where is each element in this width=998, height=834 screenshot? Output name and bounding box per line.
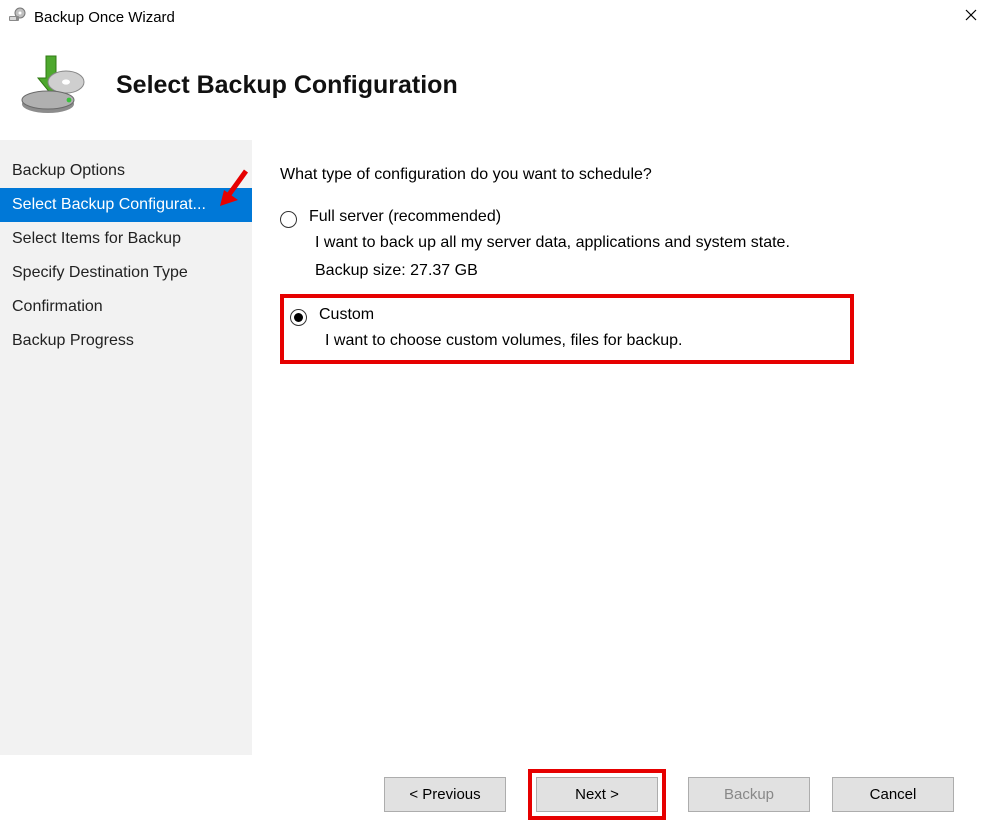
sidebar-item-backup-progress[interactable]: Backup Progress: [0, 324, 252, 358]
option-full-body: Full server (recommended) I want to back…: [309, 208, 790, 280]
wizard-steps-sidebar: Backup Options Select Backup Configurat.…: [0, 140, 252, 755]
titlebar: Backup Once Wizard: [0, 0, 998, 34]
sidebar-item-select-items[interactable]: Select Items for Backup: [0, 222, 252, 256]
content-panel: What type of configuration do you want t…: [252, 140, 998, 755]
backup-icon: [18, 54, 86, 116]
option-full-server[interactable]: Full server (recommended) I want to back…: [280, 208, 970, 280]
next-button[interactable]: Next >: [536, 777, 658, 812]
radio-full-server[interactable]: [280, 211, 297, 228]
wizard-header: Select Backup Configuration: [0, 34, 998, 140]
radio-custom[interactable]: [290, 309, 307, 326]
option-custom[interactable]: Custom I want to choose custom volumes, …: [290, 306, 844, 350]
option-full-extra: Backup size: 27.37 GB: [315, 262, 790, 280]
page-title: Select Backup Configuration: [116, 71, 458, 100]
sidebar-item-backup-options[interactable]: Backup Options: [0, 154, 252, 188]
app-icon: [8, 6, 26, 28]
sidebar-item-specify-destination[interactable]: Specify Destination Type: [0, 256, 252, 290]
option-full-desc: I want to back up all my server data, ap…: [315, 234, 790, 252]
sidebar-item-confirmation[interactable]: Confirmation: [0, 290, 252, 324]
sidebar-item-select-backup-config[interactable]: Select Backup Configurat...: [0, 188, 252, 222]
option-full-label: Full server (recommended): [309, 208, 790, 226]
backup-button: Backup: [688, 777, 810, 812]
previous-button[interactable]: < Previous: [384, 777, 506, 812]
wizard-footer: < Previous Next > Backup Cancel: [0, 755, 998, 834]
titlebar-left: Backup Once Wizard: [8, 6, 175, 28]
annotation-highlight-next: Next >: [528, 769, 666, 820]
option-custom-desc: I want to choose custom volumes, files f…: [325, 332, 683, 350]
prompt-text: What type of configuration do you want t…: [280, 166, 970, 184]
annotation-highlight-custom: Custom I want to choose custom volumes, …: [280, 294, 854, 364]
option-custom-label: Custom: [319, 306, 683, 324]
window-title: Backup Once Wizard: [34, 9, 175, 26]
close-button[interactable]: [956, 8, 986, 26]
option-custom-body: Custom I want to choose custom volumes, …: [319, 306, 683, 350]
wizard-body: Backup Options Select Backup Configurat.…: [0, 140, 998, 755]
cancel-button[interactable]: Cancel: [832, 777, 954, 812]
